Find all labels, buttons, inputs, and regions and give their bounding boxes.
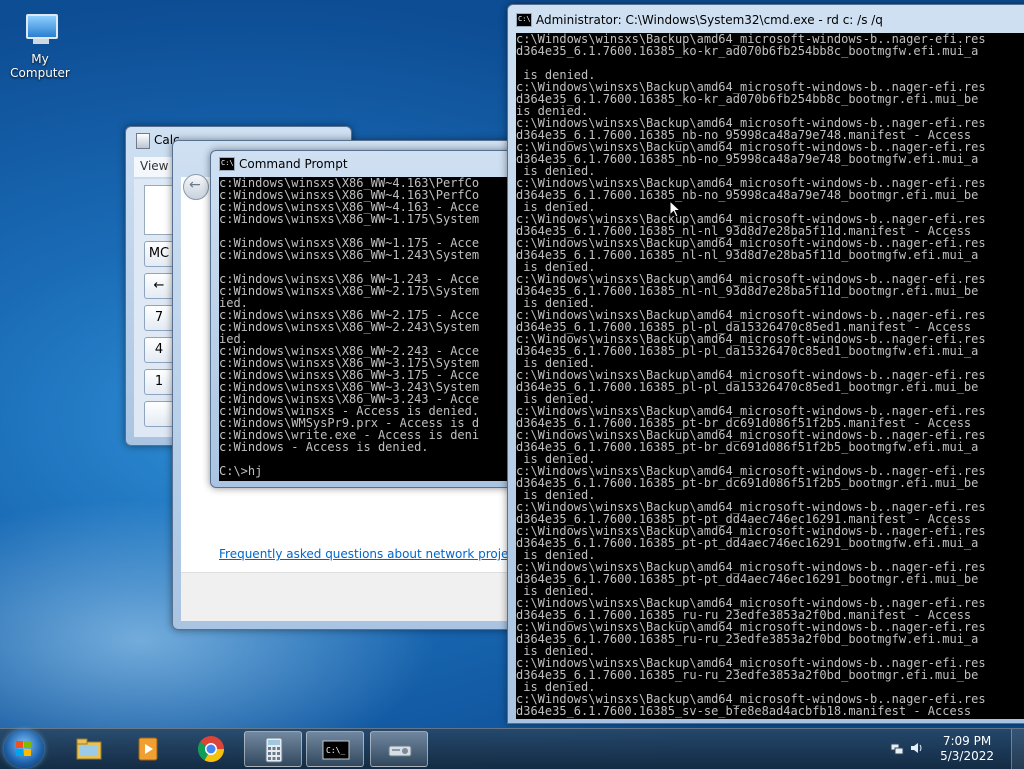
system-tray: 7:09 PM 5/3/2022 bbox=[884, 729, 1024, 769]
console-line: d364e35_6.1.7600.16385_ko-kr_ad070b6fb25… bbox=[516, 92, 979, 106]
taskbar-network-projector[interactable] bbox=[370, 731, 428, 767]
cmd-titlebar[interactable]: Command Prompt bbox=[211, 151, 519, 177]
clock[interactable]: 7:09 PM 5/3/2022 bbox=[940, 734, 994, 764]
cmd-title: Command Prompt bbox=[239, 157, 348, 171]
console-line: c:Windows\winsxs\X86_WW~2.175\System bbox=[219, 284, 480, 298]
key-1[interactable]: 1 bbox=[144, 369, 174, 395]
console-line: c:Windows\winsxs\X86_WW~1.243\System bbox=[219, 248, 480, 262]
projector-footer bbox=[181, 572, 513, 621]
console-line: c:Windows\winsxs\X86_WW~1.175\System bbox=[219, 212, 480, 226]
clock-time: 7:09 PM bbox=[942, 734, 992, 748]
chrome-icon bbox=[197, 736, 225, 763]
cmd-icon bbox=[516, 13, 532, 27]
mouse-cursor-icon bbox=[669, 200, 681, 218]
admin-cmd-window[interactable]: Administrator: C:\Windows\System32\cmd.e… bbox=[507, 4, 1024, 724]
faq-link[interactable]: Frequently asked questions about network… bbox=[219, 547, 538, 561]
desktop-icon-label: My Computer bbox=[10, 52, 70, 80]
console-line: d364e35_6.1.7600.16385_ko-kr_ad070b6fb25… bbox=[516, 44, 979, 58]
key-4[interactable]: 4 bbox=[144, 337, 174, 363]
key-backspace[interactable]: ← bbox=[144, 273, 174, 299]
network-projector-icon bbox=[388, 745, 412, 757]
menu-view[interactable]: View bbox=[140, 159, 168, 173]
cmd-console[interactable]: c:Windows\winsxs\X86_WW~4.163\PerfCo c:Wi… bbox=[219, 177, 519, 481]
network-icon[interactable] bbox=[890, 741, 904, 755]
key-7[interactable]: 7 bbox=[144, 305, 174, 331]
back-arrow-icon[interactable] bbox=[183, 174, 209, 200]
calculator-icon bbox=[136, 133, 150, 149]
show-desktop-button[interactable] bbox=[1011, 729, 1024, 769]
start-button[interactable] bbox=[4, 730, 44, 768]
console-line: C:\>hj bbox=[219, 464, 263, 478]
key-mc[interactable]: MC bbox=[144, 241, 174, 267]
taskbar-chrome[interactable] bbox=[182, 731, 240, 767]
svg-text:C:\_: C:\_ bbox=[326, 746, 345, 755]
command-prompt-window[interactable]: Command Prompt c:Windows\winsxs\X86_WW~4… bbox=[210, 150, 520, 488]
console-line: d364e35_6.1.7600.16385_sv-se_bfe8e8ad4ac… bbox=[516, 704, 972, 718]
taskbar-explorer[interactable] bbox=[60, 731, 118, 767]
cmd-icon bbox=[219, 157, 235, 171]
clock-date: 5/3/2022 bbox=[940, 749, 994, 763]
admin-cmd-titlebar[interactable]: Administrator: C:\Windows\System32\cmd.e… bbox=[508, 5, 1024, 31]
console-line: c:Windows - Access is denied. bbox=[219, 440, 429, 454]
admin-cmd-console[interactable]: c:\Windows\winsxs\Backup\amd64_microsoft… bbox=[516, 33, 1024, 719]
taskbar-command-prompt[interactable]: C:\_ bbox=[306, 731, 364, 767]
windows-logo-icon bbox=[16, 741, 32, 757]
command-prompt-icon: C:\_ bbox=[322, 740, 350, 760]
calculator-icon bbox=[265, 737, 283, 763]
console-line: c:Windows\winsxs\X86_WW~2.243\System bbox=[219, 320, 480, 334]
taskbar: C:\_ 7:09 PM 5/3/2022 bbox=[0, 728, 1024, 769]
key-0[interactable] bbox=[144, 401, 174, 427]
media-player-icon bbox=[138, 737, 158, 761]
computer-icon bbox=[20, 10, 60, 50]
admin-cmd-title: Administrator: C:\Windows\System32\cmd.e… bbox=[536, 13, 883, 27]
desktop-icon-my-computer[interactable]: My Computer bbox=[2, 10, 78, 80]
volume-icon[interactable] bbox=[910, 741, 924, 755]
taskbar-calculator[interactable] bbox=[244, 731, 302, 767]
taskbar-media-player[interactable] bbox=[120, 731, 178, 767]
windows-explorer-icon bbox=[76, 738, 102, 760]
